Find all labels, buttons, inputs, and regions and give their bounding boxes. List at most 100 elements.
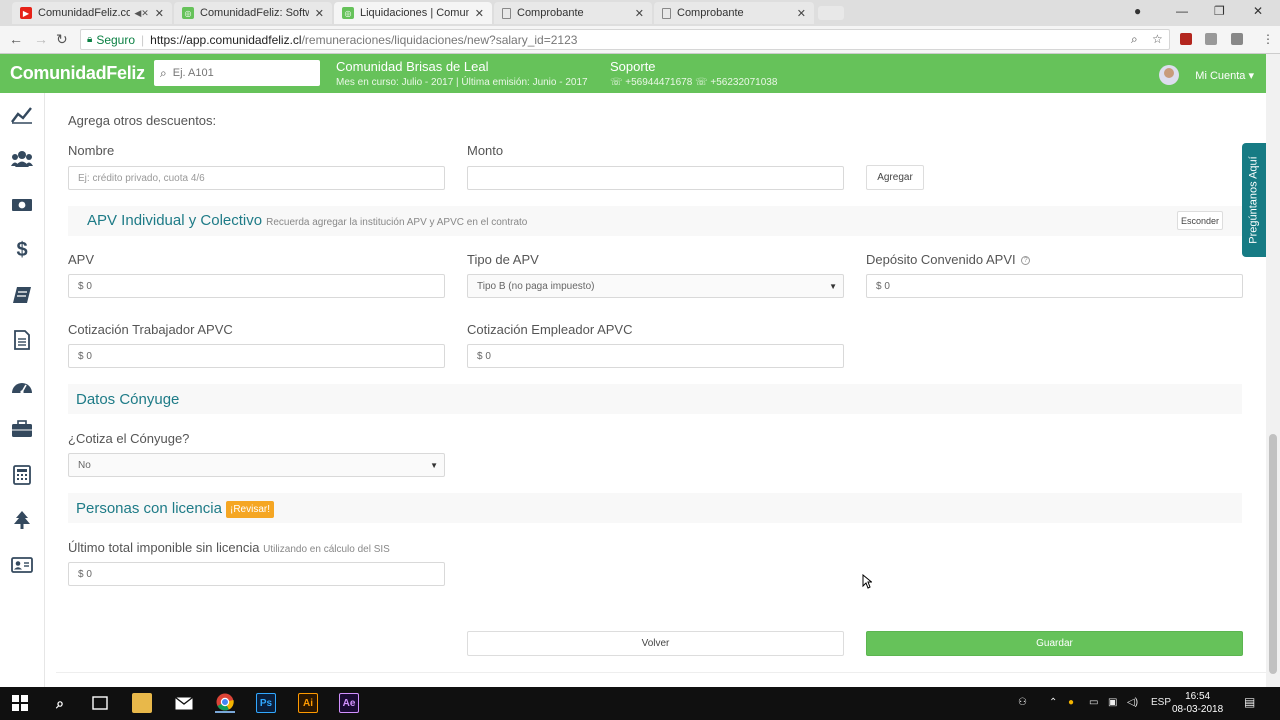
sidebar-item-books[interactable] [10, 283, 34, 307]
apvi-deposit-input[interactable]: $ 0 [866, 274, 1243, 298]
mail-icon[interactable] [174, 693, 194, 713]
apv-type-value: Tipo B (no paga impuesto) [477, 280, 595, 292]
sidebar-item-contacts[interactable] [10, 553, 34, 577]
last-taxable-input[interactable]: $ 0 [68, 562, 445, 586]
browser-tab-comprobante-2[interactable]: Comprobante ✕ [654, 2, 814, 24]
photoshop-icon[interactable]: Ps [256, 693, 276, 713]
community-info[interactable]: Comunidad Brisas de Leal Mes en curso: J… [336, 59, 588, 88]
apvi-deposit-text: Depósito Convenido APVI [866, 252, 1016, 267]
url-host: https://app.comunidadfeliz.cl [150, 32, 302, 47]
sidebar-item-stats[interactable] [10, 103, 34, 127]
book-icon [13, 287, 31, 303]
bookmark-star-icon[interactable]: ☆ [1152, 32, 1163, 46]
sidebar-item-payments[interactable] [10, 193, 34, 217]
caret-down-icon: ▼ [430, 460, 438, 470]
secure-label: Seguro [96, 32, 136, 47]
community-name: Comunidad Brisas de Leal [336, 59, 489, 74]
forward-arrow-icon[interactable]: → [34, 31, 48, 47]
file-explorer-icon[interactable] [132, 693, 152, 713]
after-effects-icon[interactable]: Ae [339, 693, 359, 713]
system-clock[interactable]: 16:54 08-03-2018 [1172, 690, 1223, 716]
page-scrollbar[interactable] [1266, 54, 1280, 687]
sidebar-item-calculator[interactable] [10, 463, 34, 487]
tab-title: Liquidaciones | Comunid [360, 7, 469, 19]
discount-amount-input[interactable] [467, 166, 844, 190]
account-menu[interactable]: Mi Cuenta ▾ [1159, 65, 1254, 85]
apv-type-select[interactable]: Tipo B (no paga impuesto) ▼ [467, 274, 844, 298]
people-icon[interactable]: ⚇ [1018, 697, 1027, 708]
spouse-contributes-label: ¿Cotiza el Cónyuge? [68, 431, 190, 446]
browser-tab-comprobante-1[interactable]: Comprobante ✕ [494, 2, 652, 24]
apvi-deposit-label: Depósito Convenido APVI ? [866, 252, 1031, 267]
close-tab-icon[interactable]: ✕ [315, 7, 324, 20]
account-label: Mi Cuenta ▾ [1195, 69, 1254, 82]
sidebar-item-tree[interactable] [10, 508, 34, 532]
back-button[interactable]: Volver [467, 631, 844, 656]
browser-tab-strip: ▶ ComunidadFeliz.com ◀✕ ✕ ◎ ComunidadFel… [0, 0, 1280, 26]
tray-app-icon[interactable]: ● [1068, 697, 1074, 708]
chrome-menu-icon[interactable]: ⋮ [1262, 32, 1274, 46]
notifications-icon[interactable]: ▤ [1244, 695, 1255, 709]
close-tab-icon[interactable]: ✕ [635, 7, 644, 20]
illustrator-icon[interactable]: Ai [298, 693, 318, 713]
sidebar-item-finances[interactable]: $ [10, 238, 34, 262]
hide-apv-button[interactable]: Esconder [1177, 211, 1223, 230]
browser-tab-liquidaciones[interactable]: ◎ Liquidaciones | Comunid ✕ [334, 2, 492, 24]
maximize-window-icon[interactable]: ❐ [1214, 4, 1225, 18]
spouse-section-title: Datos Cónyuge [76, 391, 180, 408]
back-arrow-icon[interactable]: ← [9, 31, 23, 47]
reload-icon[interactable]: ↻ [56, 31, 68, 48]
discount-name-input[interactable]: Ej: crédito privado, cuota 4/6 [68, 166, 445, 190]
document-icon [14, 330, 30, 350]
last-taxable-text: Último total imponible sin licencia [68, 540, 260, 555]
id-card-icon [11, 557, 33, 573]
apv-input[interactable]: $ 0 [68, 274, 445, 298]
ask-us-help-tab[interactable]: Pregúntanos Aquí [1242, 143, 1266, 257]
extension-icon[interactable] [1180, 33, 1192, 45]
support-title: Soporte [610, 59, 656, 74]
close-tab-icon[interactable]: ✕ [155, 7, 164, 20]
apv-type-label: Tipo de APV [467, 252, 539, 267]
unit-search-input[interactable] [172, 67, 303, 79]
battery-icon[interactable]: ▭ [1089, 697, 1098, 708]
review-badge[interactable]: ¡Revisar! [226, 501, 275, 518]
document-icon [662, 7, 671, 19]
minimize-window-icon[interactable]: — [1176, 4, 1188, 18]
sidebar-item-dashboard[interactable] [10, 374, 34, 398]
spouse-contributes-value: No [78, 459, 91, 471]
sidebar-item-employees[interactable] [10, 417, 34, 441]
profile-icon[interactable]: ● [1134, 4, 1141, 18]
save-button[interactable]: Guardar [866, 631, 1243, 656]
extension-icon[interactable] [1231, 33, 1243, 45]
speaker-muted-icon[interactable]: ◀✕ [134, 8, 148, 19]
spouse-contributes-select[interactable]: No ▼ [68, 453, 445, 477]
chrome-taskbar-icon[interactable] [215, 693, 235, 713]
sidebar-item-residents[interactable] [10, 147, 34, 171]
unit-search[interactable]: ⌕ [154, 60, 320, 86]
new-tab-button[interactable] [818, 6, 844, 20]
close-tab-icon[interactable]: ✕ [475, 7, 484, 20]
employer-apvc-input[interactable]: $ 0 [467, 344, 844, 368]
content-bottom-divider [56, 672, 1266, 673]
tray-chevron-icon[interactable]: ⌃ [1049, 697, 1057, 708]
windows-start-icon[interactable] [10, 693, 30, 713]
volume-icon[interactable]: ◁) [1127, 697, 1138, 708]
task-view-icon[interactable] [90, 693, 110, 713]
close-window-icon[interactable]: ✕ [1253, 4, 1263, 18]
input-language[interactable]: ESP [1151, 697, 1171, 708]
worker-apvc-input[interactable]: $ 0 [68, 344, 445, 368]
address-bar[interactable]: 🔒︎ Seguro | https://app.comunidadfeliz.c… [80, 29, 1170, 50]
browser-tab-youtube[interactable]: ▶ ComunidadFeliz.com ◀✕ ✕ [12, 2, 172, 24]
zoom-icon[interactable]: ⌕ [1131, 32, 1138, 47]
add-discount-button[interactable]: Agregar [866, 165, 924, 190]
network-icon[interactable]: ▣ [1108, 697, 1117, 708]
spouse-section-header [68, 384, 1242, 414]
sidebar-item-documents[interactable] [10, 328, 34, 352]
camera-extension-icon[interactable] [1205, 33, 1217, 45]
close-tab-icon[interactable]: ✕ [797, 7, 806, 20]
help-question-icon[interactable]: ? [1021, 256, 1031, 266]
app-logo[interactable]: ComunidadFeliz [10, 63, 145, 84]
scrollbar-thumb[interactable] [1269, 434, 1277, 674]
browser-tab-software[interactable]: ◎ ComunidadFeliz: Softwa ✕ [174, 2, 332, 24]
search-icon[interactable]: ⌕ [50, 693, 70, 713]
